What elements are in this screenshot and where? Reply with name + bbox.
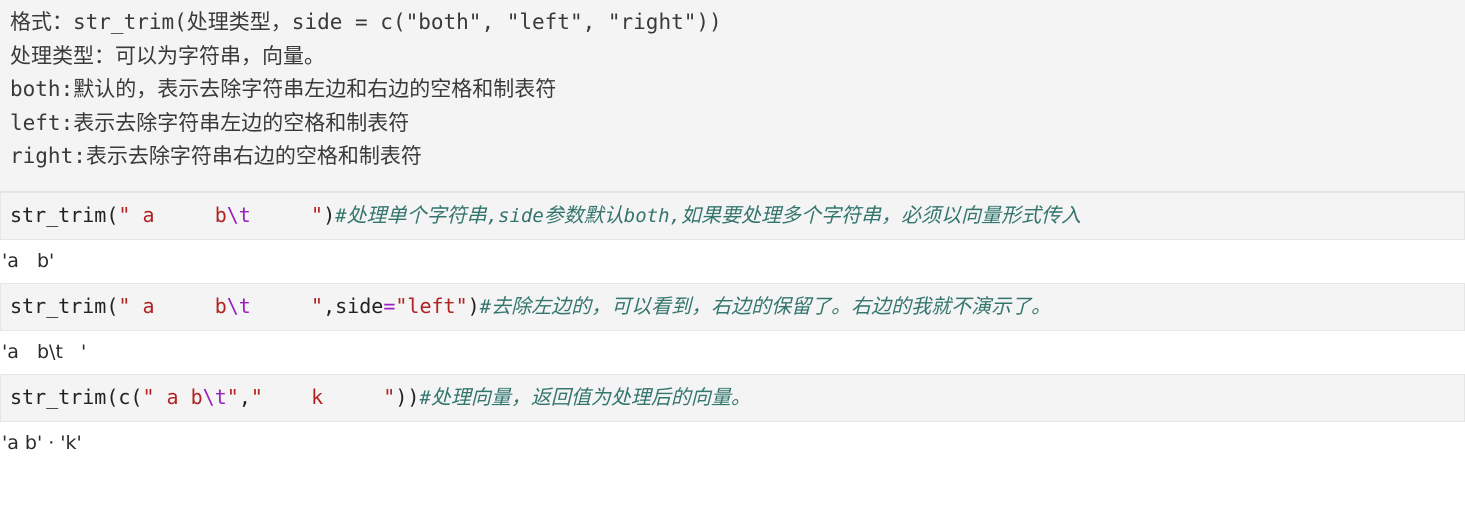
code-token-plain: )) — [395, 385, 420, 409]
code-token-str: " a b — [118, 294, 227, 318]
right-line-seg-0: right: — [10, 144, 86, 168]
both-line: both:默认的，表示去除字符串左边和右边的空格和制表符 — [10, 73, 1455, 107]
code-token-comment: #处理向量，返回值为处理后的向量。 — [419, 385, 751, 409]
code-token-str: "left" — [395, 294, 468, 318]
cell-group: str_trim(" a b\t ",side="left")#去除左边的，可以… — [0, 283, 1465, 374]
code-token-str: " a b — [142, 385, 203, 409]
comment-latin-run: ,side — [486, 205, 544, 227]
comment-latin-run: # — [335, 205, 347, 227]
notebook-page: 格式：str_trim(处理类型，side = c("both", "left"… — [0, 0, 1465, 465]
output-cell-3: 'a b' · 'k' — [0, 422, 1465, 465]
cell-group: str_trim(c(" a b\t"," k "))#处理向量，返回值为处理后… — [0, 374, 1465, 465]
comment-latin-run: both, — [623, 205, 681, 227]
code-token-str: " — [250, 203, 324, 227]
left-line: left:表示去除字符串左边的空格和制表符 — [10, 107, 1455, 141]
comment-latin-run: # — [479, 296, 492, 318]
left-line-seg-1: 表示去除字符串左边的空格和制表符 — [73, 110, 410, 135]
code-token-str: " a b — [118, 203, 227, 227]
cell-group: str_trim(" a b\t ")#处理单个字符串,side参数默认both… — [0, 192, 1465, 283]
right-line: right:表示去除字符串右边的空格和制表符 — [10, 140, 1455, 174]
output-text: 'a b\t ' — [2, 341, 87, 363]
comment-latin-run: # — [419, 387, 431, 409]
code-token-plain: ,side — [323, 294, 384, 318]
code-token-plain: str_trim( — [10, 203, 119, 227]
code-token-str: " — [226, 385, 239, 409]
code-token-plain: str_trim( — [10, 294, 119, 318]
right-line-seg-1: 表示去除字符串右边的空格和制表符 — [85, 144, 422, 168]
format-line: 格式：str_trim(处理类型，side = c("both", "left"… — [10, 6, 1455, 40]
code-token-esc: \t — [226, 294, 251, 318]
code-token-str: " k " — [250, 385, 396, 409]
both-line-seg-1: 默认的，表示去除字符串左边和右边的空格和制表符 — [73, 77, 557, 101]
format-line-seg-1: str_trim( — [73, 10, 187, 34]
code-token-comment: #处理单个字符串,side参数默认both,如果要处理多个字符串，必须以向量形式… — [335, 203, 1081, 227]
format-line-seg-2: 处理类型， — [186, 10, 292, 34]
format-line-seg-3: side = c("both", "left", "right")) — [291, 10, 722, 34]
param-line-seg-0: 处理类型：可以为字符串，向量。 — [10, 43, 325, 68]
output-cell-2: 'a b\t ' — [0, 331, 1465, 374]
documentation-panel: 格式：str_trim(处理类型，side = c("both", "left"… — [0, 0, 1465, 192]
output-text: 'a b' · 'k' — [2, 432, 82, 454]
output-cell-1: 'a b' — [0, 240, 1465, 283]
code-cell-2[interactable]: str_trim(" a b\t ",side="left")#去除左边的，可以… — [0, 283, 1465, 331]
cells-container: str_trim(" a b\t ")#处理单个字符串,side参数默认both… — [0, 192, 1465, 465]
code-token-esc: \t — [202, 385, 227, 409]
format-line-seg-0: 格式： — [10, 10, 73, 34]
code-line: str_trim(" a b\t ")#处理单个字符串,side参数默认both… — [10, 200, 1455, 231]
code-token-plain: str_trim(c( — [10, 385, 143, 409]
code-cell-3[interactable]: str_trim(c(" a b\t"," k "))#处理向量，返回值为处理后… — [0, 374, 1465, 422]
code-token-str: " — [250, 294, 324, 318]
code-line: str_trim(c(" a b\t"," k "))#处理向量，返回值为处理后… — [10, 382, 1455, 413]
code-line: str_trim(" a b\t ",side="left")#去除左边的，可以… — [10, 291, 1455, 322]
left-line-seg-0: left: — [10, 110, 74, 135]
code-token-comment: #去除左边的，可以看到，右边的保留了。右边的我就不演示了。 — [479, 294, 1052, 318]
code-token-plain: ) — [467, 294, 480, 318]
code-token-plain: , — [238, 385, 251, 409]
code-token-esc: \t — [226, 203, 251, 227]
code-cell-1[interactable]: str_trim(" a b\t ")#处理单个字符串,side参数默认both… — [0, 192, 1465, 240]
both-line-seg-0: both: — [10, 77, 74, 101]
code-token-op: = — [383, 294, 396, 318]
param-line: 处理类型：可以为字符串，向量。 — [10, 40, 1455, 74]
code-token-plain: ) — [323, 203, 336, 227]
output-text: 'a b' — [2, 250, 55, 272]
